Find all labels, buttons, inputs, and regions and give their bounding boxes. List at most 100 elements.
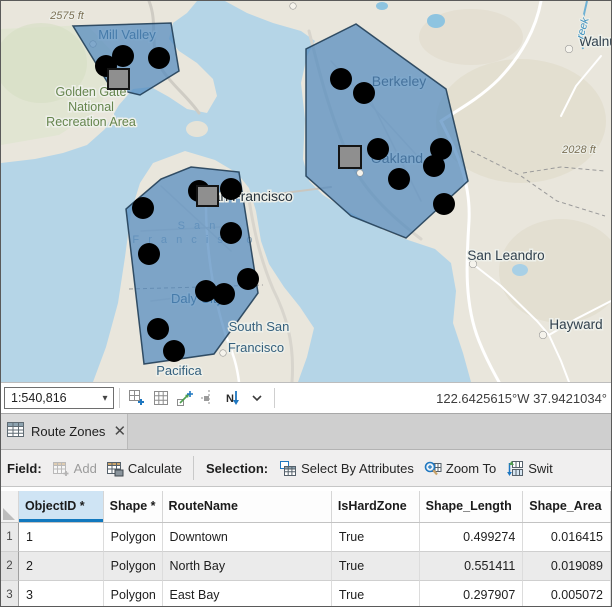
cell-shape-length[interactable]: 0.499274	[420, 523, 524, 552]
separator	[119, 388, 120, 408]
stop-point[interactable]	[433, 193, 455, 215]
cell-shape-area[interactable]: 0.019089	[523, 552, 611, 581]
separator	[274, 388, 275, 408]
depot-marker[interactable]	[339, 146, 361, 168]
corner-triangle-icon	[3, 508, 15, 520]
field-group-label: Field:	[7, 461, 42, 476]
cell-routename[interactable]: North Bay	[163, 552, 332, 581]
stop-point[interactable]	[388, 168, 410, 190]
table-toolbar: Field: Add Calculate Selection: Select B…	[1, 450, 611, 487]
hayward-label: Hayward	[549, 317, 602, 332]
cell-shape[interactable]: Polygon	[104, 523, 163, 552]
stop-point[interactable]	[220, 222, 242, 244]
select-by-attributes-label: Select By Attributes	[301, 461, 414, 476]
selection-group-label: Selection:	[206, 461, 268, 476]
reservoir	[427, 14, 445, 28]
pane-tab-bar: Route Zones ✕	[1, 413, 611, 450]
scale-value: 1:540,816	[5, 391, 97, 405]
column-header-shape[interactable]: Shape *	[104, 491, 163, 522]
stop-point[interactable]	[148, 47, 170, 69]
close-icon[interactable]: ✕	[113, 424, 126, 439]
reservoir	[376, 2, 388, 10]
cell-ishardzone[interactable]: True	[332, 523, 420, 552]
row-selector[interactable]: 3	[1, 581, 19, 606]
stop-point[interactable]	[220, 178, 242, 200]
chevron-down-icon[interactable]: ▾	[97, 393, 113, 404]
depot-marker[interactable]	[108, 69, 129, 89]
elevation-label: 2028 ft	[561, 144, 597, 156]
separator	[193, 456, 194, 480]
cell-routename[interactable]: East Bay	[163, 581, 332, 606]
cell-shape-length[interactable]: 0.297907	[420, 581, 524, 606]
table-header-row: ObjectID * Shape * RouteName IsHardZone …	[1, 491, 611, 523]
cell-objectid[interactable]: 2	[19, 552, 104, 581]
stop-point[interactable]	[423, 155, 445, 177]
arcgis-pro-window: Mill Valley S a n F r a n c i s c o Daly…	[0, 0, 612, 607]
grid-icon[interactable]	[150, 387, 172, 409]
table-icon	[7, 422, 24, 442]
basemap: Mill Valley S a n F r a n c i s c o Daly…	[1, 1, 611, 382]
svg-text:N: N	[226, 393, 234, 405]
stop-point[interactable]	[237, 268, 259, 290]
tab-title: Route Zones	[31, 424, 105, 439]
column-header-shape-length[interactable]: Shape_Length	[420, 491, 524, 522]
map-status-bar: 1:540,816 ▾ N 122.6425615°W 37.9421034°	[1, 382, 611, 413]
south-sf-label: Francisco	[228, 340, 284, 355]
south-sf-label: South San	[229, 319, 290, 334]
coordinates-readout: 122.6425615°W 37.9421034°	[280, 391, 611, 406]
scale-combobox[interactable]: 1:540,816 ▾	[4, 387, 114, 409]
stop-point[interactable]	[353, 82, 375, 104]
stop-point[interactable]	[213, 283, 235, 305]
stop-point[interactable]	[163, 340, 185, 362]
stop-point[interactable]	[147, 318, 169, 340]
cell-shape-area[interactable]: 0.005072	[523, 581, 611, 606]
elevation-label: 2575 ft	[49, 10, 85, 22]
depot-marker[interactable]	[197, 186, 218, 206]
cell-routename[interactable]: Downtown	[163, 523, 332, 552]
cell-shape[interactable]: Polygon	[104, 552, 163, 581]
tab-route-zones[interactable]: Route Zones ✕	[1, 414, 128, 449]
north-arrow-icon[interactable]: N	[222, 387, 244, 409]
stop-point[interactable]	[330, 68, 352, 90]
switch-selection-label: Swit	[528, 461, 553, 476]
add-field-label: Add	[74, 461, 97, 476]
stop-point[interactable]	[112, 45, 134, 67]
zoom-to-button[interactable]: Zoom To	[424, 460, 496, 477]
chevron-down-icon[interactable]	[246, 387, 268, 409]
pond	[512, 264, 528, 276]
map-view[interactable]: Mill Valley S a n F r a n c i s c o Daly…	[1, 1, 611, 382]
attribute-table: ObjectID * Shape * RouteName IsHardZone …	[1, 487, 611, 606]
select-all-corner[interactable]	[1, 491, 19, 522]
angel-island	[186, 121, 208, 137]
ggnra-label: National	[68, 100, 114, 114]
stop-point[interactable]	[367, 138, 389, 160]
row-selector[interactable]: 2	[1, 552, 19, 581]
row-selector[interactable]: 1	[1, 523, 19, 552]
snapping-icon[interactable]	[198, 387, 220, 409]
calculate-field-label: Calculate	[128, 461, 182, 476]
column-header-routename[interactable]: RouteName	[163, 491, 332, 522]
san-leandro-label: San Leandro	[467, 248, 544, 263]
grid-add-icon[interactable]	[126, 387, 148, 409]
cell-shape-length[interactable]: 0.551411	[420, 552, 524, 581]
cell-objectid[interactable]: 1	[19, 523, 104, 552]
cell-shape[interactable]: Polygon	[104, 581, 163, 606]
select-tool-icon[interactable]	[174, 387, 196, 409]
stop-point[interactable]	[132, 197, 154, 219]
table-row: 2 2 Polygon North Bay True 0.551411 0.01…	[1, 552, 611, 581]
column-header-objectid[interactable]: ObjectID *	[19, 491, 104, 522]
cell-objectid[interactable]: 3	[19, 581, 104, 606]
pacifica-label: Pacifica	[156, 363, 202, 378]
column-header-ishardzone[interactable]: IsHardZone	[332, 491, 420, 522]
select-by-attributes-button[interactable]: Select By Attributes	[279, 460, 414, 477]
stop-point[interactable]	[138, 243, 160, 265]
table-row: 3 3 Polygon East Bay True 0.297907 0.005…	[1, 581, 611, 606]
switch-selection-button[interactable]: Swit	[506, 460, 553, 477]
cell-shape-area[interactable]: 0.016415	[523, 523, 611, 552]
zoom-to-label: Zoom To	[446, 461, 496, 476]
cell-ishardzone[interactable]: True	[332, 552, 420, 581]
column-header-shape-area[interactable]: Shape_Area	[523, 491, 611, 522]
cell-ishardzone[interactable]: True	[332, 581, 420, 606]
calculate-field-button[interactable]: Calculate	[107, 460, 182, 477]
add-field-button: Add	[53, 460, 97, 477]
